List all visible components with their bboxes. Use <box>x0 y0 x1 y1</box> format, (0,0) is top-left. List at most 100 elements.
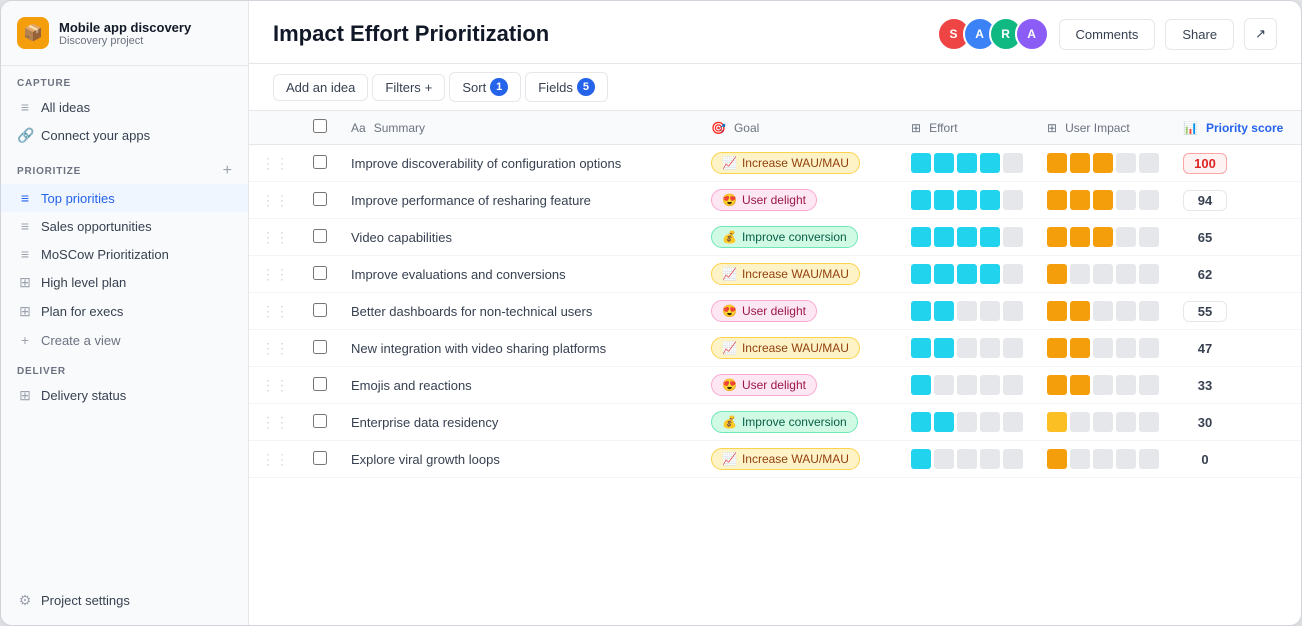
effort-dot <box>934 153 954 173</box>
impact-dots <box>1047 227 1159 247</box>
goal-cell: 📈 Increase WAU/MAU <box>699 441 899 478</box>
impact-dot <box>1093 375 1113 395</box>
impact-cell <box>1035 367 1171 404</box>
effort-dot <box>980 375 1000 395</box>
effort-cell <box>899 404 1035 441</box>
sidebar-item-top-priorities[interactable]: ≡ Top priorities <box>1 184 248 212</box>
impact-cell <box>1035 330 1171 367</box>
comments-button[interactable]: Comments <box>1059 19 1156 50</box>
summary-cell: Video capabilities <box>339 219 699 256</box>
goal-label: User delight <box>742 193 806 207</box>
fields-button[interactable]: Fields 5 <box>525 72 608 102</box>
goal-label: Increase WAU/MAU <box>742 452 849 466</box>
add-view-icon[interactable]: + <box>223 162 232 180</box>
row-checkbox[interactable] <box>313 266 327 280</box>
goal-label: Increase WAU/MAU <box>742 156 849 170</box>
goal-tag[interactable]: 📈 Increase WAU/MAU <box>711 448 860 470</box>
row-checkbox[interactable] <box>313 192 327 206</box>
effort-dot <box>1003 449 1023 469</box>
sidebar-item-plan-for-execs[interactable]: ⊞ Plan for execs <box>1 297 248 326</box>
goal-tag[interactable]: 😍 User delight <box>711 300 817 322</box>
impact-dot <box>1047 301 1067 321</box>
summary-text: Improve evaluations and conversions <box>351 267 566 282</box>
goal-tag[interactable]: 📈 Increase WAU/MAU <box>711 337 860 359</box>
summary-col-icon: Aa <box>351 121 366 135</box>
row-checkbox[interactable] <box>313 377 327 391</box>
impact-dot <box>1093 190 1113 210</box>
goal-tag[interactable]: 😍 User delight <box>711 374 817 396</box>
effort-dot <box>911 264 931 284</box>
impact-dot <box>1070 190 1090 210</box>
effort-dot <box>1003 153 1023 173</box>
prioritize-section-header: PRIORITIZE + <box>1 150 248 184</box>
drag-handle-icon[interactable]: ⋮⋮ <box>261 266 289 282</box>
goal-cell: 📈 Increase WAU/MAU <box>699 145 899 182</box>
effort-dot <box>1003 190 1023 210</box>
drag-handle-icon[interactable]: ⋮⋮ <box>261 229 289 245</box>
effort-dot <box>1003 227 1023 247</box>
drag-handle-icon[interactable]: ⋮⋮ <box>261 377 289 393</box>
app-logo: 📦 <box>17 17 49 49</box>
drag-handle-icon[interactable]: ⋮⋮ <box>261 340 289 356</box>
sidebar-item-high-level-plan[interactable]: ⊞ High level plan <box>1 268 248 297</box>
expand-button[interactable]: ↗ <box>1244 18 1277 50</box>
select-all-checkbox[interactable] <box>313 119 327 133</box>
goal-label: Improve conversion <box>742 415 847 429</box>
impact-cell <box>1035 404 1171 441</box>
drag-handle-cell: ⋮⋮ <box>249 256 301 293</box>
impact-dots <box>1047 153 1159 173</box>
impact-dots <box>1047 375 1159 395</box>
impact-cell <box>1035 293 1171 330</box>
sidebar-item-label: Create a view <box>41 333 120 348</box>
drag-handle-icon[interactable]: ⋮⋮ <box>261 414 289 430</box>
goal-tag[interactable]: 📈 Increase WAU/MAU <box>711 152 860 174</box>
row-checkbox[interactable] <box>313 451 327 465</box>
drag-handle-icon[interactable]: ⋮⋮ <box>261 155 289 171</box>
row-checkbox[interactable] <box>313 340 327 354</box>
sidebar-item-sales-opportunities[interactable]: ≡ Sales opportunities <box>1 212 248 240</box>
goal-emoji: 😍 <box>722 193 737 207</box>
sidebar-item-connect-apps[interactable]: 🔗 Connect your apps <box>1 121 248 150</box>
effort-dot <box>957 338 977 358</box>
impact-dot <box>1139 375 1159 395</box>
add-idea-button[interactable]: Add an idea <box>273 74 368 101</box>
goal-emoji: 📈 <box>722 156 737 170</box>
effort-dots <box>911 375 1023 395</box>
priority-score-value: 47 <box>1183 339 1227 358</box>
drag-handle-icon[interactable]: ⋮⋮ <box>261 451 289 467</box>
gear-icon: ⚙ <box>17 592 33 609</box>
sidebar-item-create-view[interactable]: + Create a view <box>1 326 248 354</box>
effort-cell <box>899 182 1035 219</box>
goal-label: Increase WAU/MAU <box>742 341 849 355</box>
sidebar-item-project-settings[interactable]: ⚙ Project settings <box>1 586 248 625</box>
sidebar-item-label: High level plan <box>41 275 126 290</box>
row-checkbox-cell <box>301 145 339 182</box>
goal-tag[interactable]: 💰 Improve conversion <box>711 411 858 433</box>
goal-tag[interactable]: 💰 Improve conversion <box>711 226 858 248</box>
drag-handle-icon[interactable]: ⋮⋮ <box>261 192 289 208</box>
goal-cell: 😍 User delight <box>699 367 899 404</box>
row-checkbox[interactable] <box>313 229 327 243</box>
impact-dot <box>1116 301 1136 321</box>
sidebar-item-moscow[interactable]: ≡ MoSCow Prioritization <box>1 240 248 268</box>
filters-button[interactable]: Filters + <box>372 74 445 101</box>
drag-handle-icon[interactable]: ⋮⋮ <box>261 303 289 319</box>
row-checkbox[interactable] <box>313 155 327 169</box>
row-checkbox[interactable] <box>313 303 327 317</box>
effort-dot <box>957 264 977 284</box>
sidebar-item-delivery-status[interactable]: ⊞ Delivery status <box>1 381 248 410</box>
summary-text: Improve performance of resharing feature <box>351 193 591 208</box>
goal-cell: 😍 User delight <box>699 182 899 219</box>
share-button[interactable]: Share <box>1165 19 1234 50</box>
row-checkbox[interactable] <box>313 414 327 428</box>
grid-icon: ⊞ <box>17 274 33 291</box>
th-select-all[interactable] <box>301 111 339 145</box>
sidebar-item-label: Delivery status <box>41 388 126 403</box>
goal-tag[interactable]: 😍 User delight <box>711 189 817 211</box>
sidebar-item-all-ideas[interactable]: ≡ All ideas <box>1 93 248 121</box>
goal-tag[interactable]: 📈 Increase WAU/MAU <box>711 263 860 285</box>
goal-cell: 💰 Improve conversion <box>699 404 899 441</box>
priority-score-cell: 100 <box>1171 145 1301 182</box>
sort-button[interactable]: Sort 1 <box>449 72 521 102</box>
impact-dots <box>1047 190 1159 210</box>
